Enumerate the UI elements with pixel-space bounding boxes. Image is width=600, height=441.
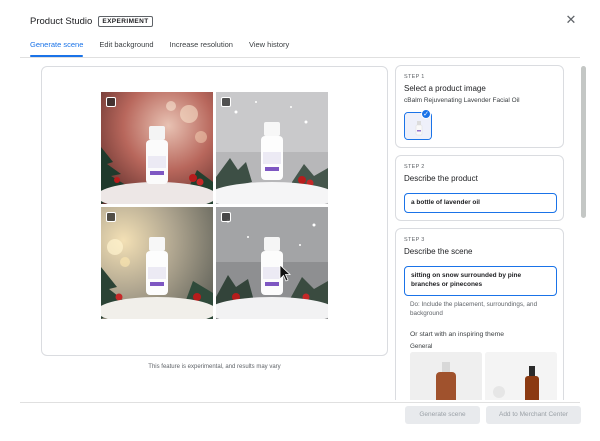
panel-scrollbar[interactable] bbox=[581, 66, 586, 218]
scene-image-4[interactable] bbox=[216, 207, 328, 319]
step2-label: STEP 2 bbox=[404, 164, 425, 170]
generated-scene-preview bbox=[41, 66, 388, 356]
step2-card: STEP 2 Describe the product a bottle of … bbox=[395, 155, 564, 221]
add-to-merchant-center-button[interactable]: Add to Merchant Center bbox=[486, 406, 581, 424]
scene-2-checkbox[interactable] bbox=[221, 97, 231, 107]
theme-image-1[interactable] bbox=[410, 352, 482, 400]
selected-check-icon: ✓ bbox=[421, 109, 431, 119]
scene-image-3[interactable] bbox=[101, 207, 213, 319]
tab-edit-background[interactable]: Edit background bbox=[99, 40, 153, 57]
scene-image-3-art bbox=[101, 207, 213, 319]
step1-label: STEP 1 bbox=[404, 74, 425, 80]
scene-help-text: Do: Include the placement, surroundings,… bbox=[410, 301, 538, 317]
steps-panel: STEP 1 Select a product image cBalm Reju… bbox=[395, 65, 565, 400]
step3-label: STEP 3 bbox=[404, 237, 425, 243]
product-description-input[interactable]: a bottle of lavender oil bbox=[404, 193, 557, 213]
scene-image-2[interactable] bbox=[216, 92, 328, 204]
footer-divider bbox=[20, 402, 580, 403]
theme-category: General bbox=[410, 343, 433, 350]
experiment-badge: EXPERIMENT bbox=[98, 15, 153, 27]
step1-title: Select a product image bbox=[404, 84, 486, 93]
scene-1-checkbox[interactable] bbox=[106, 97, 116, 107]
step1-card: STEP 1 Select a product image cBalm Reju… bbox=[395, 65, 564, 148]
theme-image-2-art bbox=[485, 352, 557, 400]
scene-4-checkbox[interactable] bbox=[221, 212, 231, 222]
scene-image-2-art bbox=[216, 92, 328, 204]
step2-title: Describe the product bbox=[404, 174, 478, 183]
dialog-title: Product Studio bbox=[30, 15, 93, 27]
theme-image-2[interactable] bbox=[485, 352, 557, 400]
product-studio-dialog: Product Studio EXPERIMENT ✕ Generate sce… bbox=[0, 0, 600, 441]
tab-increase-resolution[interactable]: Increase resolution bbox=[170, 40, 233, 57]
tab-generate-scene[interactable]: Generate scene bbox=[30, 40, 84, 57]
close-icon[interactable]: ✕ bbox=[564, 13, 578, 27]
theme-label: Or start with an inspiring theme bbox=[410, 331, 505, 338]
theme-image-1-art bbox=[410, 352, 482, 400]
scene-grid bbox=[101, 92, 329, 319]
tab-view-history[interactable]: View history bbox=[249, 40, 289, 57]
scene-image-1[interactable] bbox=[101, 92, 213, 204]
scene-image-1-art bbox=[101, 92, 213, 204]
tab-bar: Generate scene Edit background Increase … bbox=[30, 40, 305, 57]
step3-title: Describe the scene bbox=[404, 247, 473, 256]
dialog-header: Product Studio EXPERIMENT ✕ bbox=[30, 13, 580, 29]
scene-image-4-art bbox=[216, 207, 328, 319]
step1-subtitle: cBalm Rejuvenating Lavender Facial Oil bbox=[404, 97, 520, 104]
generate-scene-button[interactable]: Generate scene bbox=[405, 406, 480, 424]
scene-description-input[interactable]: sitting on snow surrounded by pine branc… bbox=[404, 266, 557, 296]
tab-divider bbox=[20, 57, 580, 58]
experimental-note: This feature is experimental, and result… bbox=[148, 364, 281, 370]
scene-3-checkbox[interactable] bbox=[106, 212, 116, 222]
